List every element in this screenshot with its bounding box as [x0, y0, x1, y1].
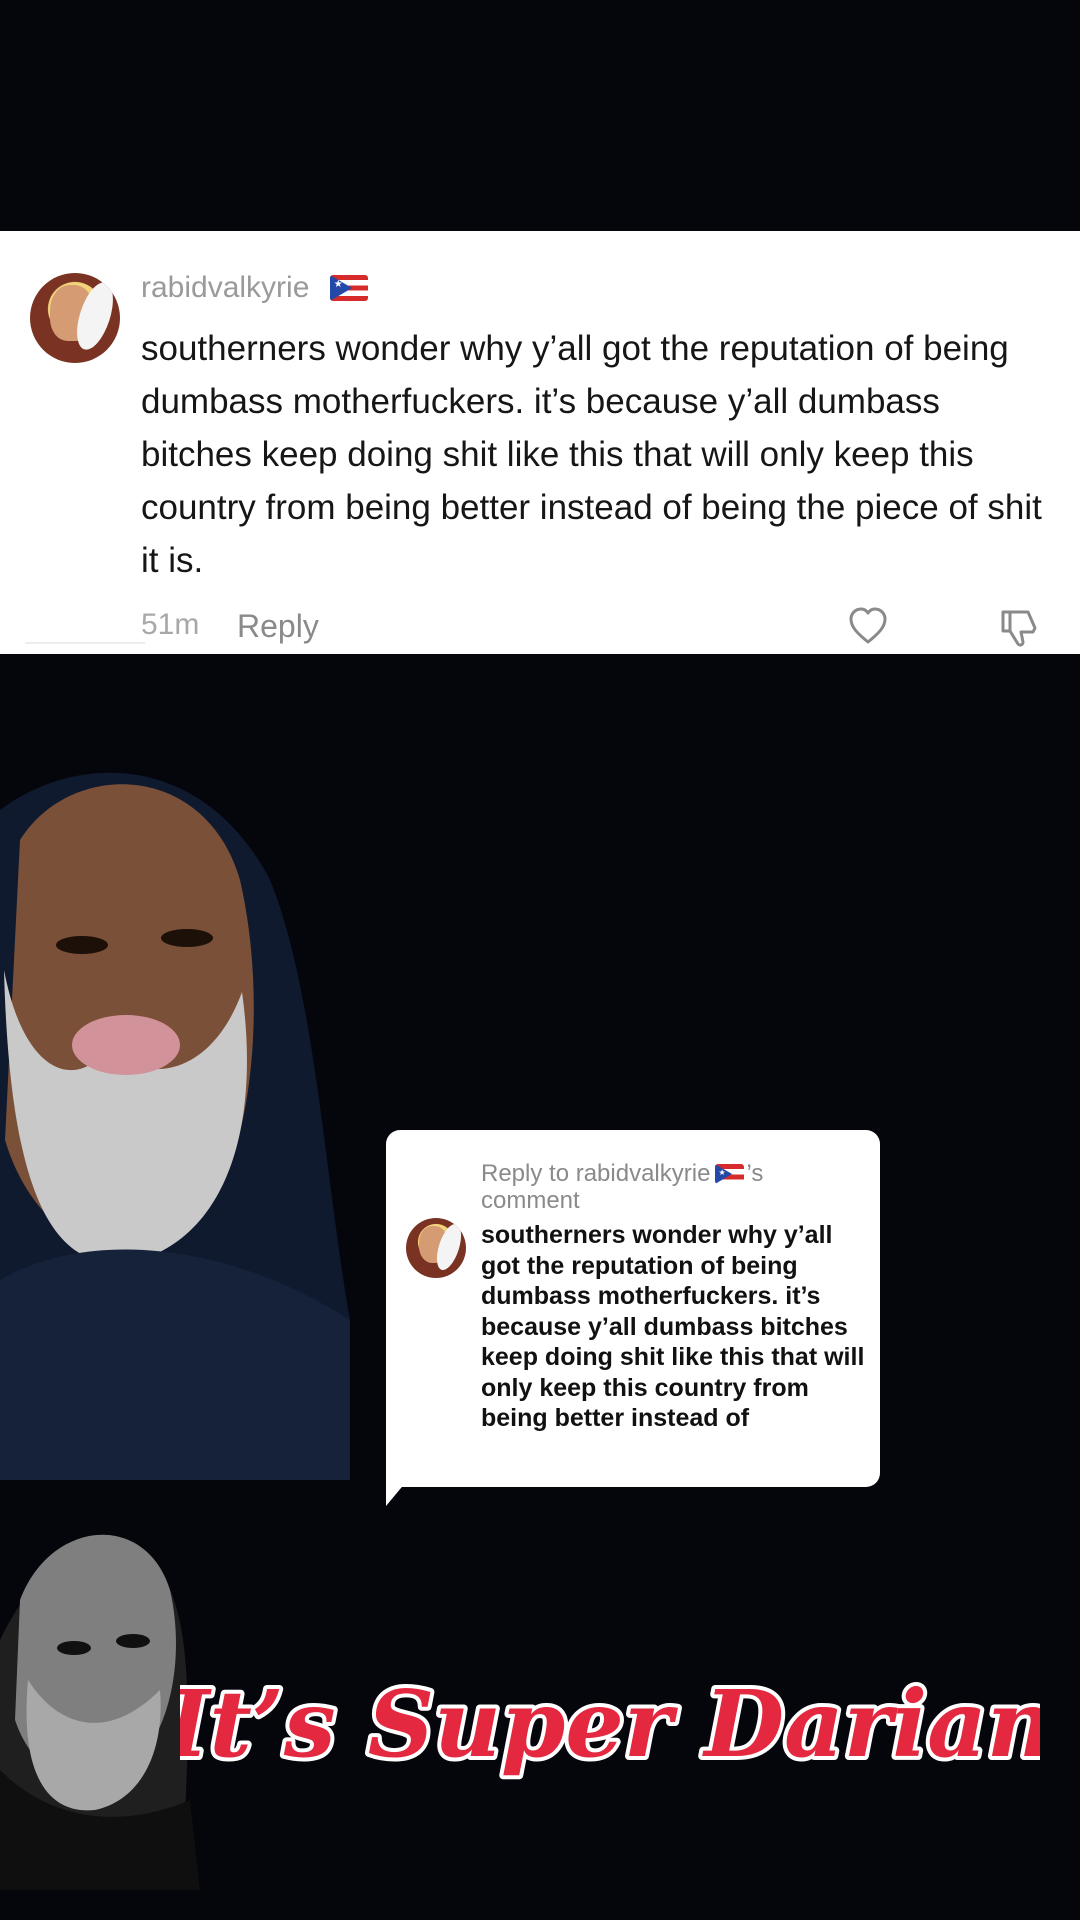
- channel-title-logo: It’s Super Darian: [180, 1666, 1040, 1782]
- clipped-previous-row: [0, 231, 1080, 243]
- avatar[interactable]: [30, 273, 120, 363]
- reply-bubble-text: southerners wonder why y’all got the rep…: [481, 1221, 865, 1432]
- channel-title-text: It’s Super Darian: [180, 1670, 1040, 1778]
- username-text: rabidvalkyrie: [141, 271, 310, 304]
- video-person: [0, 772, 350, 1480]
- comment-body: southerners wonder why y’all got the rep…: [141, 329, 1042, 580]
- heart-icon[interactable]: [846, 605, 890, 649]
- comment-card: rabidvalkyrie southerners wonder why y’a…: [0, 231, 1080, 654]
- puerto-rico-flag-icon: [329, 275, 368, 301]
- reply-bubble: Reply to rabidvalkyrie’s comment souther…: [386, 1130, 880, 1487]
- comment-separator: [25, 642, 145, 644]
- reply-button[interactable]: Reply: [237, 608, 319, 645]
- reply-to-label: Reply to rabidvalkyrie’s comment: [481, 1160, 861, 1214]
- dislike-icon[interactable]: [997, 605, 1041, 649]
- reply-prefix: Reply to rabidvalkyrie: [481, 1160, 711, 1187]
- video-top-area: [0, 0, 1080, 231]
- comment-username[interactable]: rabidvalkyrie: [141, 271, 368, 305]
- comment-time: 51m: [141, 608, 200, 641]
- reply-bubble-tail: [386, 1470, 416, 1506]
- puerto-rico-flag-icon: [715, 1164, 745, 1184]
- channel-logo-person: [0, 1534, 200, 1890]
- reply-avatar: [406, 1218, 466, 1278]
